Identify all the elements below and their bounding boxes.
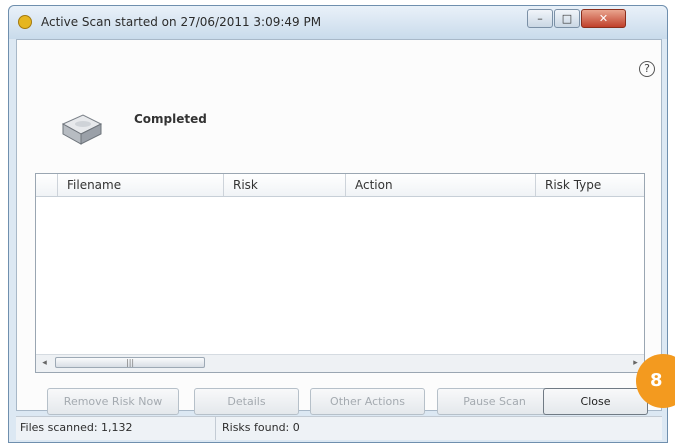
scrollbar-grip-icon: ||| [126, 358, 135, 367]
scan-window: Active Scan started on 27/06/2011 3:09:4… [8, 5, 668, 443]
results-table[interactable]: Filename Risk Action Risk Type ◂ ||| ▸ [35, 173, 645, 373]
minimize-button[interactable]: – [527, 9, 553, 28]
scan-status-label: Completed [134, 112, 207, 126]
column-header-action[interactable]: Action [346, 174, 536, 196]
app-shield-icon [18, 15, 32, 29]
other-actions-button[interactable]: Other Actions [310, 388, 425, 415]
pause-scan-button[interactable]: Pause Scan [437, 388, 552, 415]
scrollbar-thumb[interactable]: ||| [55, 357, 205, 368]
column-header-filename[interactable]: Filename [58, 174, 224, 196]
remove-risk-button[interactable]: Remove Risk Now [47, 388, 179, 415]
risks-found-status: Risks found: 0 [222, 421, 300, 434]
close-window-button[interactable]: ✕ [581, 9, 626, 28]
scroll-left-icon[interactable]: ◂ [36, 355, 53, 371]
files-scanned-status: Files scanned: 1,132 [16, 417, 216, 440]
horizontal-scrollbar[interactable]: ◂ ||| ▸ [36, 354, 644, 372]
table-header: Filename Risk Action Risk Type [36, 174, 644, 197]
drive-icon [61, 114, 103, 145]
column-header-risk[interactable]: Risk [224, 174, 346, 196]
status-bar: Files scanned: 1,132 Risks found: 0 [16, 416, 662, 440]
help-icon[interactable]: ? [639, 61, 655, 77]
column-header-select[interactable] [36, 174, 58, 196]
close-button[interactable]: Close [543, 388, 648, 415]
details-button[interactable]: Details [194, 388, 299, 415]
title-bar[interactable]: Active Scan started on 27/06/2011 3:09:4… [9, 6, 667, 39]
content-panel: ? Completed Filename Risk Action Risk Ty… [16, 39, 662, 415]
column-header-risk-type[interactable]: Risk Type [536, 174, 646, 196]
window-title: Active Scan started on 27/06/2011 3:09:4… [41, 15, 322, 29]
maximize-button[interactable]: □ [554, 9, 580, 28]
